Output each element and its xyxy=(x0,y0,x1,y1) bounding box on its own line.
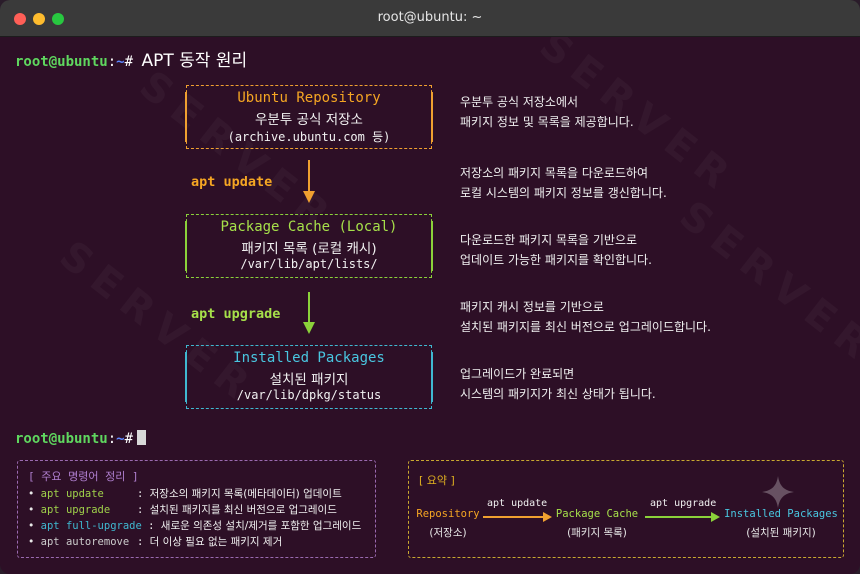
summary-item: • apt upgrade : 설치된 패키지를 최신 버전으로 업그레이드 xyxy=(28,504,337,516)
description-installed: 업그레이드가 완료되면 시스템의 패키지가 최신 상태가 됩니다. xyxy=(460,367,656,401)
watermark: SERVER xyxy=(671,192,860,374)
prompt-path: ~ xyxy=(116,431,125,447)
summary-item: • apt update : 저장소의 패키지 목록(메타데이터) 업데이트 xyxy=(28,488,342,500)
installed-packages-box: Installed Packages 설치된 패키지 /var/lib/dpkg… xyxy=(185,345,433,409)
box-path: (archive.ubuntu.com 등) xyxy=(227,130,391,144)
flow-edge-line xyxy=(483,516,543,518)
flow-node-package-cache: Package Cache xyxy=(555,508,639,520)
prompt-user: root@ubuntu xyxy=(15,54,108,70)
apt-upgrade-label: apt upgrade xyxy=(191,306,281,322)
text-cursor xyxy=(137,430,147,445)
description-cache: 다운로드한 패키지 목록을 기반으로 업데이트 가능한 패키지를 확인합니다. xyxy=(460,233,652,267)
flow-node-sub: (저장소) xyxy=(429,527,467,539)
description-update: 저장소의 패키지 목록을 다운로드하여 로컬 시스템의 패키지 정보를 갱신합니… xyxy=(460,166,667,200)
flow-node-sub: (설치된 패키지) xyxy=(746,527,816,539)
update-arrow-line xyxy=(308,160,310,192)
arrow-right-icon xyxy=(543,512,552,522)
panel-title: [ 주요 명령어 정리 ] xyxy=(28,470,139,483)
prompt-symbol: # xyxy=(124,54,134,70)
flow-edge-label: apt update xyxy=(487,498,548,509)
flow-edge-line xyxy=(645,516,711,518)
box-subtitle: 설치된 패키지 xyxy=(269,372,349,388)
arrow-right-icon xyxy=(711,512,720,522)
prompt-path: ~ xyxy=(116,54,125,70)
summary-item: • apt full-upgrade : 새로운 의존성 설치/제거를 포함한 … xyxy=(28,520,362,532)
flow-node-sub: (패키지 목록) xyxy=(567,527,627,539)
description-upgrade: 패키지 캐시 정보를 기반으로 설치된 패키지를 최신 버전으로 업그레이드합니… xyxy=(460,300,711,334)
arrow-down-icon xyxy=(303,322,315,334)
flow-edge-label: apt upgrade xyxy=(650,498,717,509)
window-title: root@ubuntu: ~ xyxy=(377,10,483,25)
terminal-window: SERVER SERVER SERVER SERVER root@ubuntu:… xyxy=(0,0,860,574)
command-summary-panel: [ 주요 명령어 정리 ] • apt update : 저장소의 패키지 목록… xyxy=(17,460,376,558)
prompt-colon: : xyxy=(107,54,117,70)
prompt-user: root@ubuntu xyxy=(15,431,108,447)
prompt-colon: : xyxy=(107,431,117,447)
sparkle-icon xyxy=(762,476,794,508)
flow-node-repository: Repository xyxy=(416,508,480,520)
apt-update-label: apt update xyxy=(191,174,273,190)
arrow-down-icon xyxy=(303,191,315,203)
box-path: /var/lib/dpkg/status xyxy=(236,388,382,402)
prompt-symbol: # xyxy=(124,431,134,447)
panel-title: [ 요약 ] xyxy=(419,474,455,487)
package-cache-box: Package Cache (Local) 패키지 목록 (로컬 캐시) /va… xyxy=(185,214,433,278)
prompt-line: root@ubuntu:~# APT 동작 원리 xyxy=(15,46,247,71)
box-title: Package Cache (Local) xyxy=(220,219,398,235)
box-path: /var/lib/apt/lists/ xyxy=(240,257,378,271)
box-title: Installed Packages xyxy=(233,350,385,366)
title-bar: root@ubuntu: ~ xyxy=(0,0,860,37)
repository-box: Ubuntu Repository 우분투 공식 저장소 (archive.ub… xyxy=(185,85,433,149)
box-subtitle: 우분투 공식 저장소 xyxy=(255,112,363,128)
box-subtitle: 패키지 목록 (로컬 캐시) xyxy=(241,241,377,257)
upgrade-arrow-line xyxy=(308,292,310,323)
box-title: Ubuntu Repository xyxy=(237,90,381,106)
prompt-command: APT 동작 원리 xyxy=(141,51,248,71)
prompt-line-idle[interactable]: root@ubuntu:~# xyxy=(15,430,147,447)
description-repository: 우분투 공식 저장소에서 패키지 정보 및 목록을 제공합니다. xyxy=(460,95,634,129)
summary-item: • apt autoremove : 더 이상 필요 없는 패키지 제거 xyxy=(28,536,283,548)
